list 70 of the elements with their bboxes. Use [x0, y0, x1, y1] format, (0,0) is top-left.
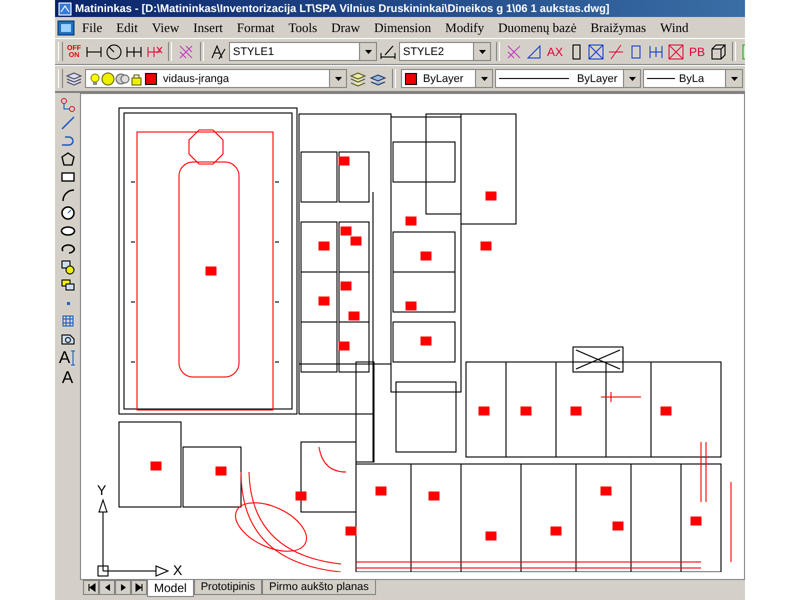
menu-item[interactable]: Tools — [281, 20, 324, 36]
circle-icon[interactable] — [60, 205, 76, 221]
last-icon — [134, 583, 144, 592]
arc-icon[interactable] — [60, 187, 76, 203]
point-icon[interactable] — [60, 97, 76, 113]
block-icon[interactable] — [60, 259, 76, 275]
polygon-icon[interactable] — [60, 151, 76, 167]
viewport-icon — [115, 72, 130, 86]
first-icon — [86, 583, 96, 592]
dropdown-arrow-icon — [478, 48, 486, 54]
hatch-icon[interactable] — [177, 42, 195, 60]
triangle-icon[interactable] — [525, 42, 543, 60]
previous-button[interactable] — [99, 580, 115, 595]
layout-tab[interactable]: Pirmo aukšto planas — [262, 580, 376, 595]
style-dropdown[interactable]: STYLE1 — [229, 42, 377, 61]
text-style-icon[interactable] — [209, 42, 227, 60]
line-sample — [499, 78, 569, 79]
axis-label: Y — [96, 482, 108, 498]
app-icon — [58, 2, 72, 16]
next-button[interactable] — [115, 580, 131, 595]
lineweight-dropdown[interactable]: ByLa — [643, 69, 743, 88]
dropdown-arrow-icon — [730, 76, 738, 82]
multiline-text-icon[interactable]: A — [58, 349, 76, 367]
color-swatch — [145, 72, 157, 84]
lightbulb-icon — [89, 72, 101, 86]
sun-icon — [101, 72, 115, 86]
app-icon — [57, 18, 75, 36]
radius-icon[interactable] — [105, 42, 123, 60]
menu-item[interactable]: Format — [230, 20, 282, 36]
menu-item[interactable]: Insert — [186, 20, 230, 36]
menu-item[interactable]: File — [75, 20, 110, 36]
layers-icon[interactable] — [65, 70, 83, 88]
block-icon[interactable] — [60, 277, 76, 293]
crossed-box-icon[interactable] — [667, 42, 685, 60]
menu-item[interactable]: Dimension — [367, 20, 438, 36]
crossed-box-icon[interactable] — [587, 42, 605, 60]
layers-icon[interactable] — [349, 70, 367, 88]
line-icon[interactable] — [607, 42, 625, 60]
i-beam-icon — [70, 350, 76, 366]
linetype-dropdown[interactable]: ByLayer — [495, 69, 641, 88]
last-button[interactable] — [131, 580, 147, 595]
previous-icon — [102, 583, 112, 592]
hatch-icon[interactable] — [505, 42, 523, 60]
next-icon — [118, 583, 128, 592]
line-sample — [647, 78, 675, 79]
dropdown-arrow-icon — [628, 76, 636, 82]
cube-icon[interactable] — [709, 42, 727, 60]
dropdown-arrow-icon — [480, 76, 488, 82]
text-icon[interactable]: A — [62, 369, 74, 387]
layout-tab[interactable]: Model — [147, 580, 194, 597]
menu-item[interactable]: View — [144, 20, 186, 36]
layer-dropdown[interactable]: vidaus-įranga — [85, 69, 347, 88]
style-dropdown[interactable]: STYLE2 — [399, 42, 491, 61]
menu-item[interactable]: Braižymas — [583, 20, 654, 36]
menu-item[interactable]: Draw — [324, 20, 368, 36]
menu-item[interactable]: Duomenų bazė — [491, 20, 584, 36]
color-dropdown[interactable]: ByLayer — [401, 69, 493, 88]
layout-tab[interactable]: Prototipinis — [194, 580, 262, 595]
menu-item[interactable]: Wind — [653, 20, 696, 36]
menu-item[interactable]: Edit — [109, 20, 145, 36]
hatch-icon[interactable] — [60, 313, 76, 329]
dropdown-arrow-icon — [334, 76, 342, 82]
window-title: Matininkas - [D:\Matininkas\Inventorizacija LT\SPA Vilnius Druskininkai\Dineikos g 1\06 1 aukstas.dwg] — [75, 2, 610, 14]
axis-label: X — [172, 562, 182, 578]
lock-icon — [130, 72, 143, 86]
line-icon[interactable] — [60, 115, 76, 131]
menu-item[interactable]: Modify — [438, 20, 492, 36]
dropdown-arrow-icon — [364, 48, 372, 54]
first-button[interactable] — [83, 580, 99, 595]
color-swatch — [405, 72, 417, 84]
